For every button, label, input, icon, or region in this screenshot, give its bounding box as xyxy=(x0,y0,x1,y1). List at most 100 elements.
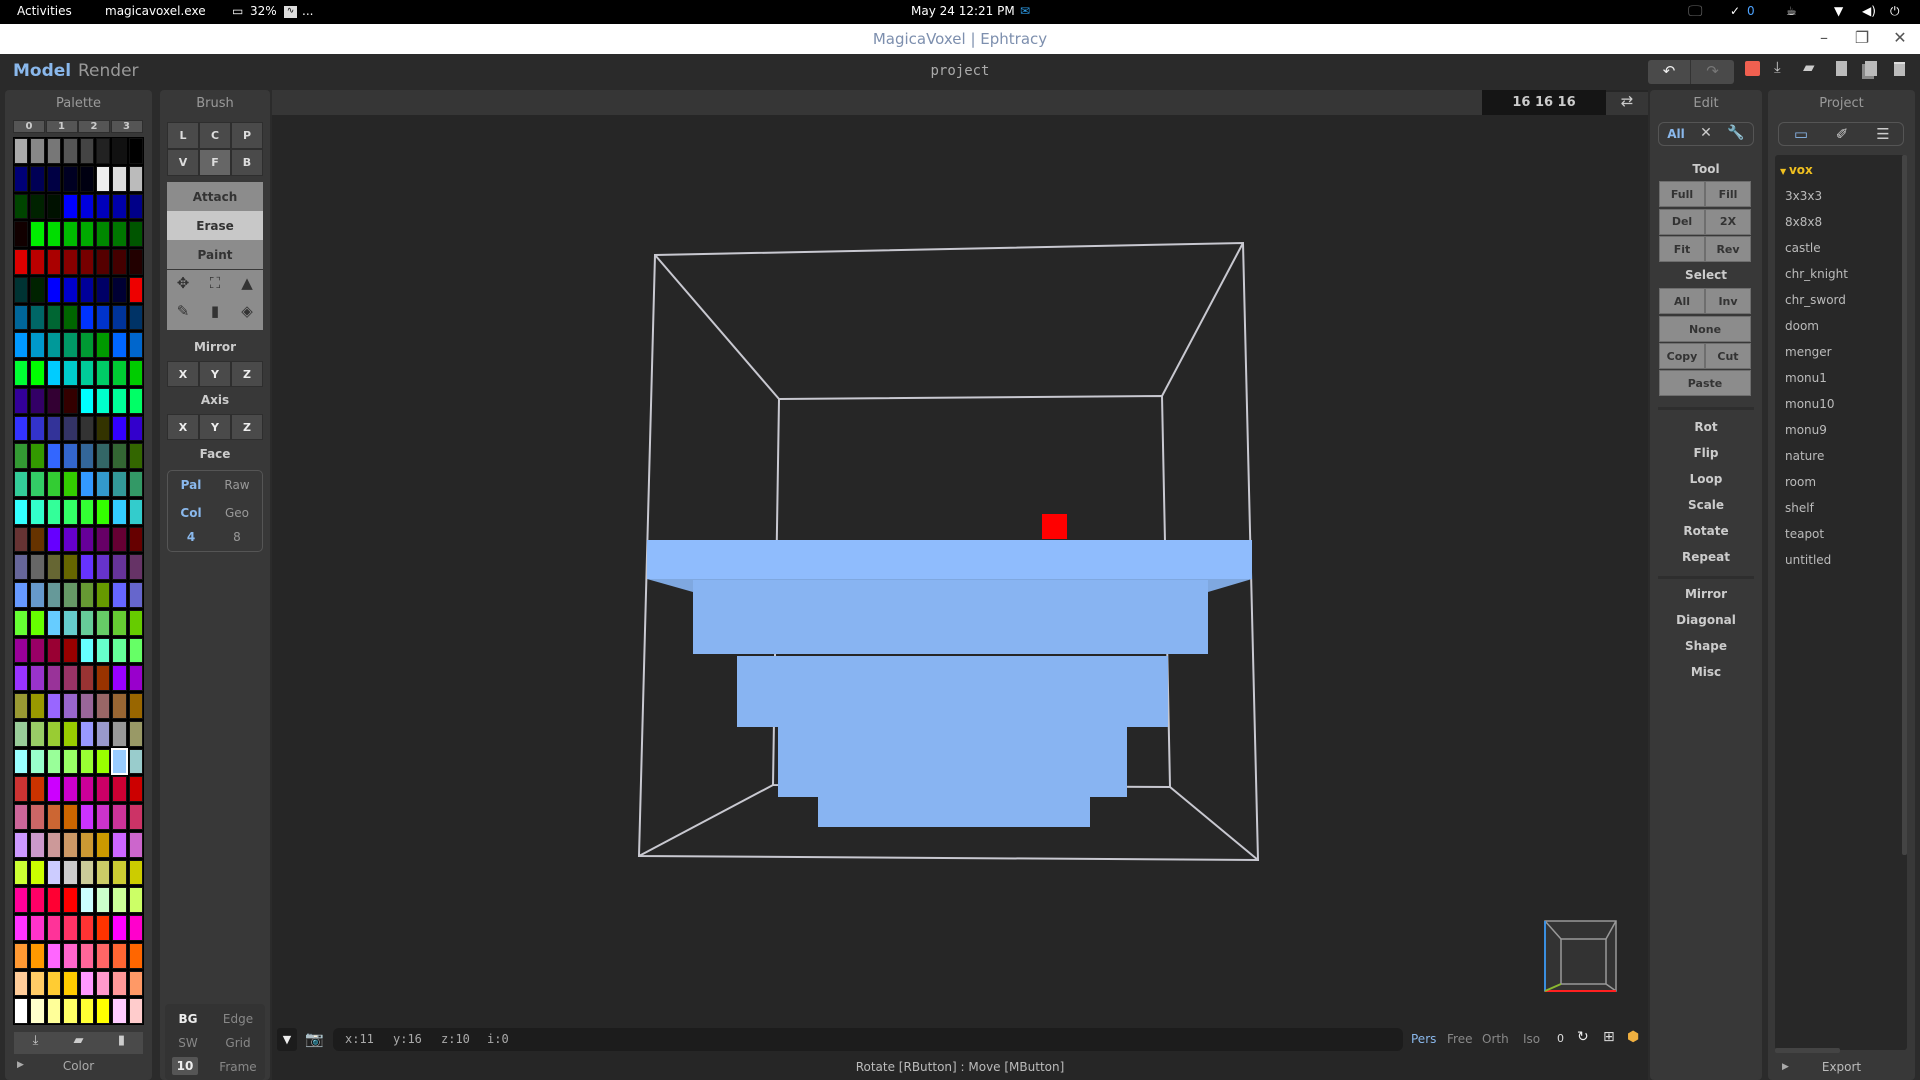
palette-swatch[interactable] xyxy=(63,332,78,358)
palette-swatch[interactable] xyxy=(46,526,62,553)
palette-swatch[interactable] xyxy=(30,304,45,331)
palette-swatch[interactable] xyxy=(128,665,143,691)
palette-swatch[interactable] xyxy=(63,776,78,802)
face-col[interactable]: Col xyxy=(168,506,214,520)
palette-swatch[interactable] xyxy=(79,831,94,858)
palette-swatch[interactable] xyxy=(79,582,94,608)
generate-misc[interactable]: Misc xyxy=(1650,665,1762,679)
activities-button[interactable]: Activities xyxy=(17,4,72,18)
palette-swatch[interactable] xyxy=(46,165,62,192)
palette-swatch[interactable] xyxy=(112,859,127,886)
palette-swatch[interactable] xyxy=(14,498,29,525)
palette-swatch[interactable] xyxy=(63,859,78,886)
brush-type-p[interactable]: P xyxy=(231,122,263,149)
camera-orth[interactable]: Orth xyxy=(1482,1032,1509,1046)
wrench-icon[interactable]: 🔧 xyxy=(1723,125,1749,141)
palette-swatch[interactable] xyxy=(63,249,78,275)
camera-icon[interactable]: 📷 xyxy=(305,1030,324,1048)
palette-swatch[interactable] xyxy=(46,582,62,608)
palette-swatch[interactable] xyxy=(30,249,45,275)
display-icon[interactable]: 🖵 xyxy=(1688,2,1702,20)
palette-swatch[interactable] xyxy=(79,443,94,469)
palette-swatch[interactable] xyxy=(63,276,78,303)
project-item-monu9[interactable]: monu9 xyxy=(1785,423,1827,437)
palette-swatch[interactable] xyxy=(128,221,143,247)
palette-swatch[interactable] xyxy=(63,665,78,691)
palette-swatch[interactable] xyxy=(30,526,45,553)
paste-button[interactable]: Paste xyxy=(1659,370,1751,396)
palette-swatch[interactable] xyxy=(63,443,78,469)
palette-swatch[interactable] xyxy=(112,360,127,386)
generate-diagonal[interactable]: Diagonal xyxy=(1650,613,1762,627)
palette-swatch[interactable] xyxy=(30,915,45,941)
select-box-icon[interactable]: ⛶ xyxy=(199,274,231,292)
palette-swatch[interactable] xyxy=(14,998,29,1024)
wifi-icon[interactable]: ▼ xyxy=(1834,4,1843,18)
palette-swatch[interactable] xyxy=(14,387,29,414)
folder-vox[interactable]: ▼ vox xyxy=(1780,163,1813,177)
palette-swatch[interactable] xyxy=(112,415,127,442)
axis-z-button[interactable]: Z xyxy=(231,414,263,440)
palette-swatch[interactable] xyxy=(63,582,78,608)
select-none-button[interactable]: None xyxy=(1659,316,1751,342)
tab-render[interactable]: Render xyxy=(78,61,139,81)
palette-swatch[interactable] xyxy=(63,915,78,941)
palette-import-icon[interactable]: ⤓ xyxy=(14,1033,57,1048)
transform-rotate[interactable]: Rotate xyxy=(1650,524,1762,538)
palette-swatch[interactable] xyxy=(95,859,111,886)
palette-swatch[interactable] xyxy=(112,665,127,691)
palette-swatch[interactable] xyxy=(46,387,62,414)
palette-swatch[interactable] xyxy=(46,443,62,469)
palette-swatch-selected[interactable] xyxy=(111,747,128,776)
palette-swatch[interactable] xyxy=(112,804,127,830)
scene[interactable] xyxy=(272,90,1648,1030)
palette-swatch[interactable] xyxy=(95,998,111,1024)
transform-flip[interactable]: Flip xyxy=(1650,446,1762,460)
palette-swatch[interactable] xyxy=(14,471,29,497)
palette-swatch[interactable] xyxy=(30,332,45,358)
palette-swatch[interactable] xyxy=(128,526,143,553)
palette-swatch[interactable] xyxy=(30,720,45,747)
palette-swatch[interactable] xyxy=(95,193,111,220)
palette-swatch[interactable] xyxy=(63,998,78,1024)
palette-swatch[interactable] xyxy=(46,360,62,386)
generate-shape[interactable]: Shape xyxy=(1650,639,1762,653)
camera-pers[interactable]: Pers xyxy=(1411,1032,1436,1046)
palette-swatch[interactable] xyxy=(30,609,45,636)
tool-fit-button[interactable]: Fit xyxy=(1659,236,1705,262)
palette-swatch[interactable] xyxy=(79,471,94,497)
viewport[interactable]: 16 16 16 ⇄ ▼ 📷 x:11 y:16 z:10 i:0 Pers F… xyxy=(272,90,1648,1080)
palette-swatch[interactable] xyxy=(63,193,78,220)
palette-swatch[interactable] xyxy=(112,693,127,719)
palette-swatch[interactable] xyxy=(95,526,111,553)
palette-swatch[interactable] xyxy=(30,582,45,608)
palette-swatch[interactable] xyxy=(30,970,45,997)
palette-swatch[interactable] xyxy=(128,304,143,331)
transform-repeat[interactable]: Repeat xyxy=(1650,550,1762,564)
palette-swatch[interactable] xyxy=(46,304,62,331)
palette-swatch[interactable] xyxy=(30,387,45,414)
palette-swatch[interactable] xyxy=(30,693,45,719)
palette-swatch[interactable] xyxy=(63,360,78,386)
palette-swatch[interactable] xyxy=(95,332,111,358)
camera-iso[interactable]: Iso xyxy=(1523,1032,1540,1046)
palette-swatch[interactable] xyxy=(79,360,94,386)
palette-swatch[interactable] xyxy=(30,748,45,775)
palette-swatch[interactable] xyxy=(128,498,143,525)
copy-file-icon[interactable] xyxy=(1865,61,1877,76)
palette-swatch[interactable] xyxy=(128,360,143,386)
palette-swatch[interactable] xyxy=(63,720,78,747)
palette-swatch[interactable] xyxy=(79,748,94,775)
cut-button[interactable]: Cut xyxy=(1705,343,1751,369)
palette-swatch[interactable] xyxy=(79,526,94,553)
project-item-3x3x3[interactable]: 3x3x3 xyxy=(1785,189,1822,203)
palette-swatch[interactable] xyxy=(112,637,127,664)
brush-mode-erase[interactable]: Erase xyxy=(167,211,263,240)
palette-swatch[interactable] xyxy=(46,332,62,358)
palette-swatch[interactable] xyxy=(46,942,62,969)
palette-swatch[interactable] xyxy=(14,637,29,664)
palette-swatch[interactable] xyxy=(46,471,62,497)
palette-swatch[interactable] xyxy=(14,138,29,164)
copy-button[interactable]: Copy xyxy=(1659,343,1705,369)
frame-value[interactable]: 10 xyxy=(172,1057,198,1075)
